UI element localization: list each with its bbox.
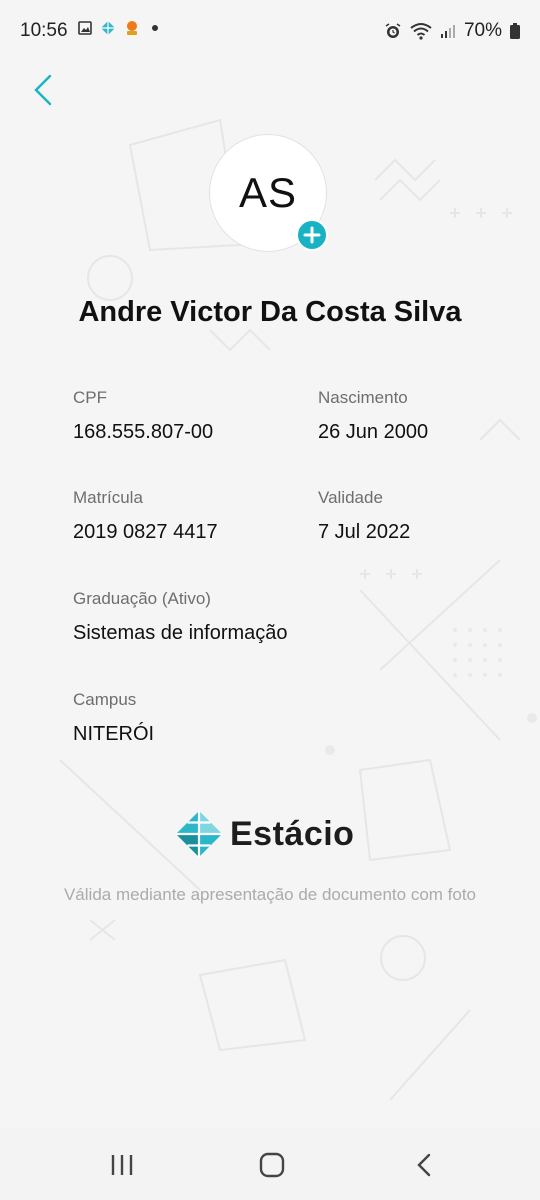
- avatar-initials: AS: [238, 169, 298, 216]
- field-label: Nascimento: [318, 388, 408, 407]
- estacio-logo: Estácio: [174, 808, 374, 860]
- battery-percentage: 70%: [463, 20, 502, 41]
- logo-text: Estácio: [230, 814, 355, 853]
- gallery-icon: [78, 21, 92, 35]
- system-nav-bar: [0, 1128, 540, 1200]
- field-value: 168.555.807-00: [73, 421, 214, 443]
- alarm-icon: [385, 23, 401, 38]
- notification-icons: [78, 20, 162, 36]
- home-button[interactable]: [252, 1148, 292, 1182]
- recent-apps-icon: [111, 1155, 133, 1175]
- add-photo-button[interactable]: [296, 219, 328, 251]
- status-bar: 10:56 70%: [0, 0, 540, 62]
- field-campus: Campus NITERÓI: [73, 690, 154, 746]
- status-time: 10:56: [20, 20, 68, 41]
- dot-icon: [152, 25, 158, 31]
- signal-icon: [440, 25, 455, 38]
- back-icon: [417, 1153, 431, 1177]
- field-value: 26 Jun 2000: [318, 421, 429, 443]
- field-value: Sistemas de informação: [73, 622, 288, 644]
- field-matricula: Matrícula 2019 0827 4417: [73, 488, 218, 544]
- app-orange-icon: [127, 21, 137, 35]
- plus-icon: [303, 226, 321, 244]
- disclaimer-text: Válida mediante apresentação de document…: [63, 885, 477, 904]
- field-label: Graduação (Ativo): [73, 589, 211, 608]
- field-validade: Validade 7 Jul 2022: [318, 488, 410, 544]
- field-value: NITERÓI: [73, 723, 155, 745]
- system-status: 70%: [384, 20, 520, 42]
- app-diamond-icon: [101, 21, 115, 35]
- field-cpf: CPF 168.555.807-00: [73, 388, 213, 444]
- recent-apps-button[interactable]: [102, 1148, 142, 1182]
- estacio-diamond-icon: [176, 811, 222, 857]
- back-button[interactable]: [28, 70, 62, 110]
- chevron-left-icon: [34, 74, 52, 106]
- field-value: 7 Jul 2022: [318, 521, 411, 543]
- field-label: Matrícula: [73, 488, 143, 507]
- field-label: Campus: [73, 690, 137, 709]
- home-icon: [259, 1152, 285, 1178]
- nav-back-button[interactable]: [404, 1148, 444, 1182]
- field-nascimento: Nascimento 26 Jun 2000: [318, 388, 428, 444]
- field-label: Validade: [318, 488, 383, 507]
- field-value: 2019 0827 4417: [73, 521, 218, 543]
- student-name: Andre Victor Da Costa Silva: [78, 296, 462, 328]
- battery-icon: [510, 23, 520, 39]
- field-graduacao: Graduação (Ativo) Sistemas de informação: [73, 589, 288, 645]
- field-label: CPF: [73, 388, 107, 407]
- wifi-icon: [410, 23, 432, 40]
